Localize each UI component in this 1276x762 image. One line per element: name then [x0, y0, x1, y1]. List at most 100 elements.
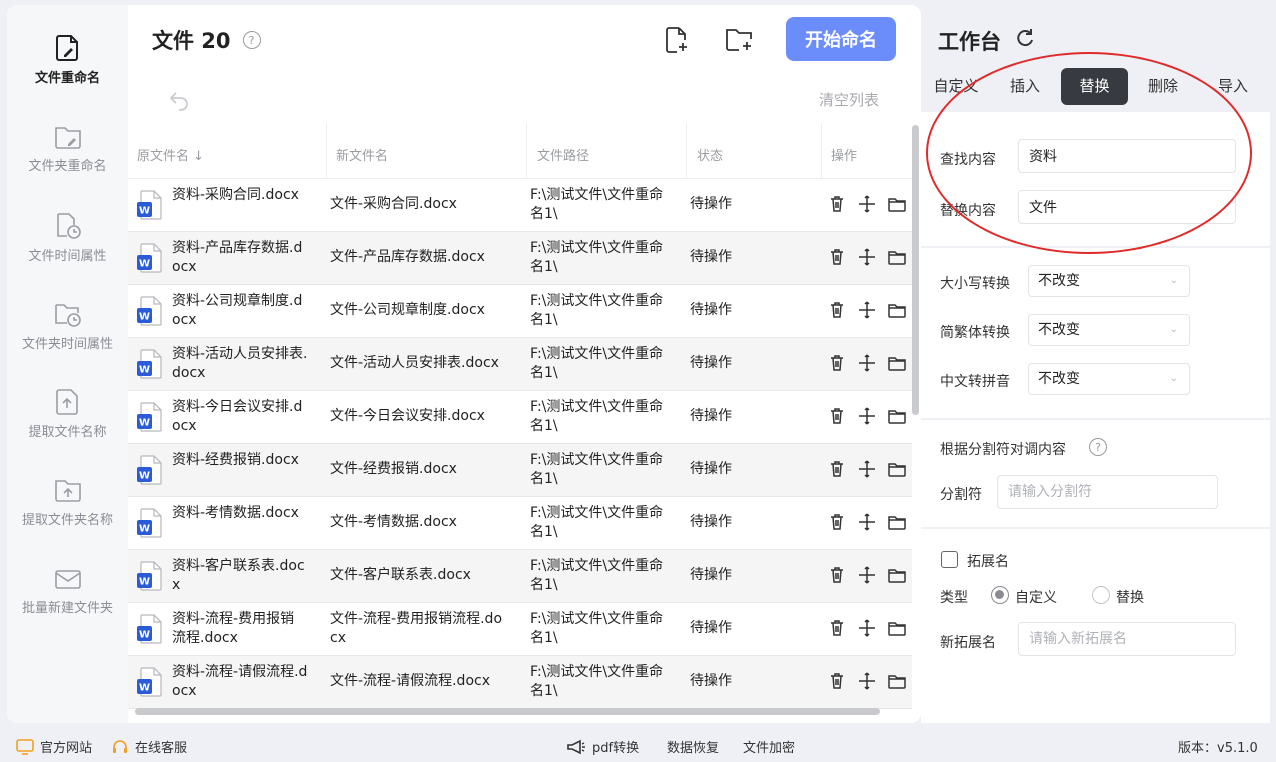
file-path: F:\测试文件\文件重命名1\: [530, 664, 664, 699]
move-icon[interactable]: [857, 300, 877, 320]
delete-icon[interactable]: [827, 406, 847, 426]
mail-folder-icon: [54, 570, 81, 589]
table-row[interactable]: W 资料-客户联系表.docx 文件-客户联系表.docx F:\测试文件\文件重命名…: [128, 550, 912, 603]
original-filename: 资料-公司规章制度.docx: [172, 293, 303, 328]
table-row[interactable]: W 资料-产品库存数据.docx 文件-产品库存数据.docx F:\测试文件\文件重…: [128, 232, 912, 285]
open-folder-icon[interactable]: [887, 512, 907, 532]
table-row[interactable]: W 资料-考情数据.docx 文件-考情数据.docx F:\测试文件\文件重命名1\…: [128, 497, 912, 550]
monitor-icon: [16, 738, 34, 755]
open-folder-icon[interactable]: [887, 194, 907, 214]
delete-icon[interactable]: [827, 618, 847, 638]
delete-icon[interactable]: [827, 459, 847, 479]
refresh-icon[interactable]: [1014, 27, 1036, 49]
website-link[interactable]: 官方网站: [16, 737, 92, 756]
horizontal-scrollbar[interactable]: [135, 708, 880, 715]
original-filename: 资料-今日会议安排.docx: [172, 399, 303, 434]
move-icon[interactable]: [857, 618, 877, 638]
start-rename-button[interactable]: 开始命名: [786, 17, 896, 61]
sidebar-item-extract-file-names[interactable]: 提取文件名称: [7, 387, 128, 467]
delete-icon[interactable]: [827, 194, 847, 214]
open-folder-icon[interactable]: [887, 618, 907, 638]
delete-icon[interactable]: [827, 353, 847, 373]
open-folder-icon[interactable]: [887, 247, 907, 267]
pinyin-select[interactable]: 不改变 ⌄: [1028, 363, 1190, 395]
status-text: 待操作: [690, 567, 732, 583]
service-link[interactable]: 在线客服: [111, 737, 187, 756]
tab-replace[interactable]: 替换: [1061, 68, 1128, 105]
sidebar-item-batch-new-folder[interactable]: 批量新建文件夹: [7, 565, 128, 645]
table-row[interactable]: W 资料-经费报销.docx 文件-经费报销.docx F:\测试文件\文件重命名1\…: [128, 444, 912, 497]
open-folder-icon[interactable]: [887, 565, 907, 585]
open-folder-icon[interactable]: [887, 406, 907, 426]
file-path: F:\测试文件\文件重命名1\: [530, 505, 664, 540]
move-icon[interactable]: [857, 512, 877, 532]
chevron-down-icon: ⌄: [1169, 275, 1178, 286]
add-folder-button[interactable]: [725, 25, 755, 55]
open-folder-icon[interactable]: [887, 459, 907, 479]
replace-input[interactable]: [1018, 190, 1236, 224]
move-icon[interactable]: [857, 459, 877, 479]
clear-list-button[interactable]: 清空列表: [819, 89, 879, 110]
file-path: F:\测试文件\文件重命名1\: [530, 558, 664, 593]
table-row[interactable]: W 资料-流程-费用报销流程.docx 文件-流程-费用报销流程.docx F:\测试…: [128, 603, 912, 656]
move-icon[interactable]: [857, 194, 877, 214]
sidebar-item-folder-rename[interactable]: 文件夹重命名: [7, 123, 128, 203]
move-icon[interactable]: [857, 406, 877, 426]
delete-icon[interactable]: [827, 671, 847, 691]
word-doc-icon: W: [136, 614, 162, 644]
sidebar-item-extract-folder-names[interactable]: 提取文件夹名称: [7, 475, 128, 555]
column-header-original-name[interactable]: 原文件名 ↓: [137, 145, 204, 164]
file-edit-icon: [55, 35, 78, 61]
case-select[interactable]: 不改变 ⌄: [1028, 265, 1190, 297]
move-icon[interactable]: [857, 565, 877, 585]
open-folder-icon[interactable]: [887, 353, 907, 373]
help-icon[interactable]: ?: [1089, 438, 1107, 456]
delete-icon[interactable]: [827, 565, 847, 585]
new-extension-input[interactable]: [1018, 622, 1236, 656]
delete-icon[interactable]: [827, 512, 847, 532]
type-custom-radio[interactable]: [991, 586, 1009, 604]
tab-custom[interactable]: 自定义: [925, 68, 987, 105]
type-replace-radio[interactable]: [1092, 586, 1110, 604]
move-icon[interactable]: [857, 671, 877, 691]
undo-icon[interactable]: [167, 87, 191, 111]
tab-delete[interactable]: 删除: [1131, 68, 1195, 105]
move-icon[interactable]: [857, 353, 877, 373]
table-row[interactable]: W 资料-今日会议安排.docx 文件-今日会议安排.docx F:\测试文件\文件重…: [128, 391, 912, 444]
sidebar-item-file-time[interactable]: 文件时间属性: [7, 211, 128, 291]
chevron-down-icon: ⌄: [1169, 373, 1178, 384]
recovery-link[interactable]: 数据恢复: [667, 737, 719, 756]
delete-icon[interactable]: [827, 247, 847, 267]
original-filename: 资料-流程-费用报销流程.docx: [172, 611, 295, 646]
vertical-scrollbar[interactable]: [912, 125, 919, 415]
table-row[interactable]: W 资料-流程-请假流程.docx 文件-流程-请假流程.docx F:\测试文件\文…: [128, 656, 912, 709]
table-row[interactable]: W 资料-采购合同.docx 文件-采购合同.docx F:\测试文件\文件重命名1\…: [128, 179, 912, 232]
move-icon[interactable]: [857, 247, 877, 267]
folder-upload-icon: [54, 480, 81, 502]
sidebar-item-file-rename[interactable]: 文件重命名: [7, 33, 128, 113]
new-filename: 文件-流程-费用报销流程.docx: [330, 611, 503, 646]
extension-checkbox[interactable]: [941, 551, 958, 568]
new-filename: 文件-经费报销.docx: [330, 461, 457, 477]
new-filename: 文件-公司规章制度.docx: [330, 302, 485, 318]
sidebar-item-label: 文件重命名: [34, 71, 100, 86]
find-input[interactable]: [1018, 139, 1236, 173]
delete-icon[interactable]: [827, 300, 847, 320]
help-icon[interactable]: ?: [242, 31, 261, 49]
separator-input[interactable]: [997, 475, 1218, 509]
sidebar-item-folder-time[interactable]: 文件夹时间属性: [7, 299, 128, 379]
encrypt-link[interactable]: 文件加密: [743, 737, 795, 756]
column-header-path: 文件路径: [537, 149, 590, 164]
tab-import[interactable]: 导入: [1201, 68, 1265, 105]
status-text: 待操作: [690, 461, 732, 477]
status-text: 待操作: [690, 673, 732, 689]
table-row[interactable]: W 资料-公司规章制度.docx 文件-公司规章制度.docx F:\测试文件\文件重…: [128, 285, 912, 338]
open-folder-icon[interactable]: [887, 300, 907, 320]
pdf-link[interactable]: pdf转换: [566, 737, 639, 756]
tab-insert[interactable]: 插入: [993, 68, 1057, 105]
open-folder-icon[interactable]: [887, 671, 907, 691]
traditional-select[interactable]: 不改变 ⌄: [1028, 314, 1190, 346]
add-file-button[interactable]: [662, 25, 692, 55]
column-header-actions: 操作: [831, 149, 858, 164]
table-row[interactable]: W 资料-活动人员安排表.docx 文件-活动人员安排表.docx F:\测试文件\文…: [128, 338, 912, 391]
